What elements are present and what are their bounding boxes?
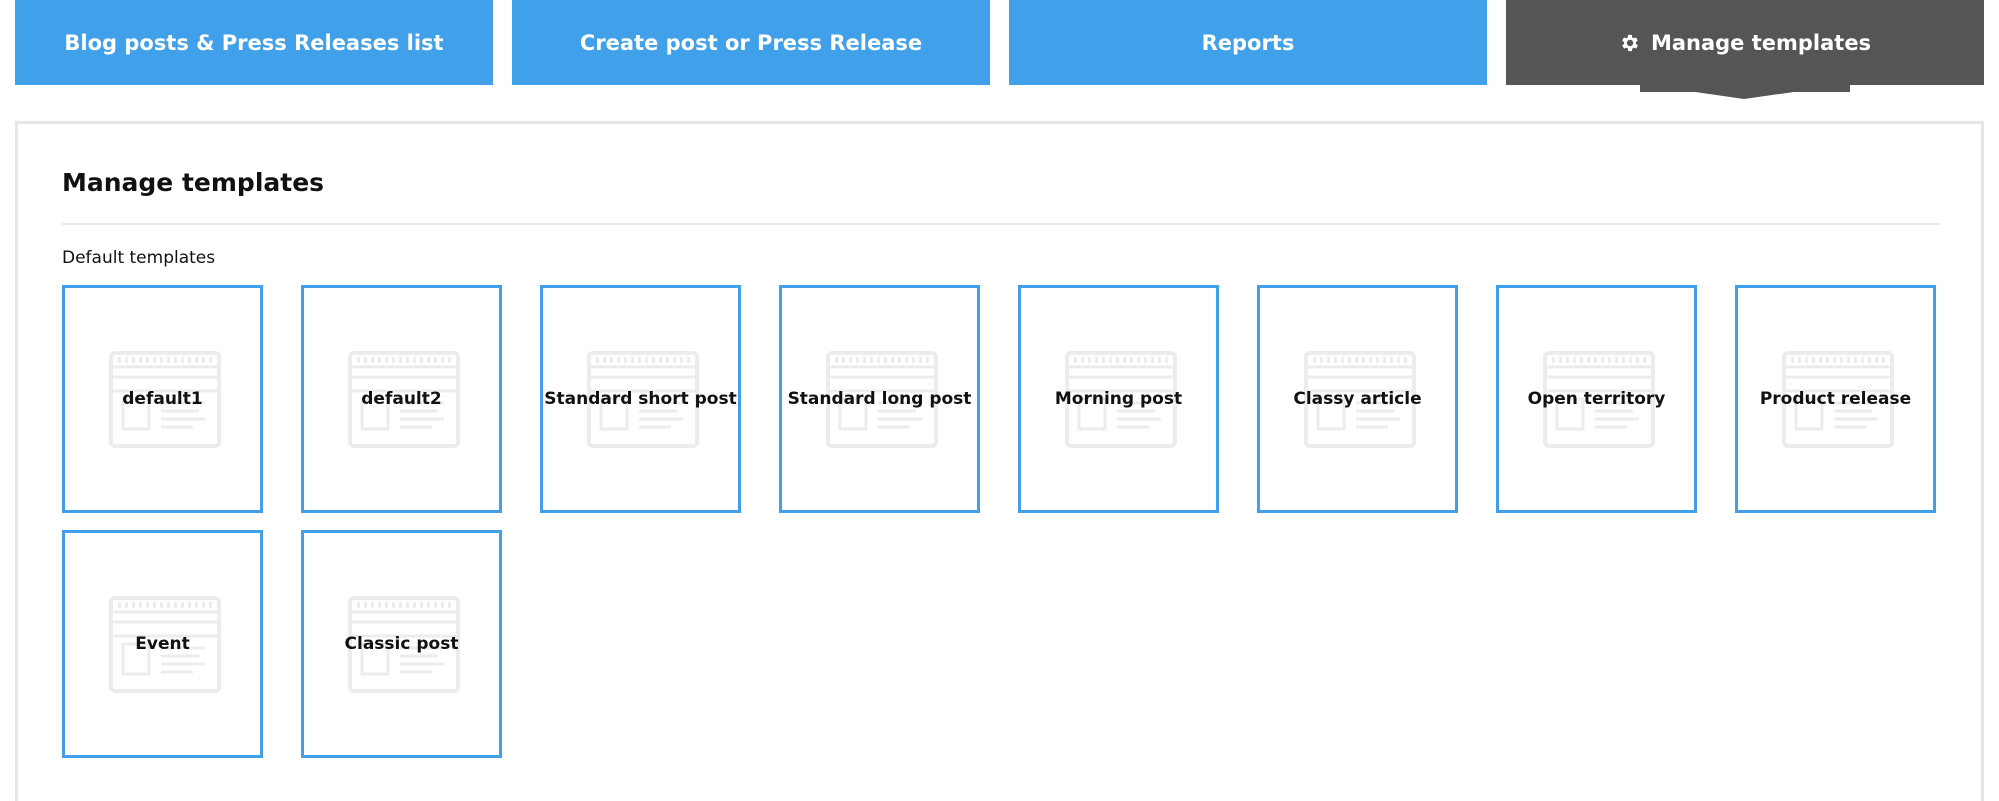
tab-label: Create post or Press Release [579, 30, 923, 55]
tab-reports[interactable]: Reports [1009, 0, 1487, 85]
tab-label: Blog posts & Press Releases list [64, 30, 444, 55]
tab-manage-templates[interactable]: Manage templates [1506, 0, 1984, 99]
template-card-label: Classic post [344, 634, 459, 654]
gear-icon [1619, 32, 1641, 54]
template-card[interactable]: Classic post [301, 530, 502, 758]
template-card-label: Classy article [1293, 389, 1422, 409]
template-card-label: Morning post [1054, 389, 1183, 409]
template-card[interactable]: default1 [62, 285, 263, 513]
template-card[interactable]: Morning post [1018, 285, 1219, 513]
tab-create-post[interactable]: Create post or Press Release [512, 0, 990, 85]
tab-label: Manage templates [1650, 30, 1872, 55]
active-tab-pointer [1506, 84, 1984, 99]
template-card[interactable]: Standard short post [540, 285, 741, 513]
section-label-default-templates: Default templates [62, 248, 216, 268]
template-card[interactable]: Standard long post [779, 285, 980, 513]
template-card-label: Open territory [1527, 389, 1666, 409]
template-card-label: Event [135, 634, 190, 654]
template-card-label: Standard long post [787, 389, 972, 409]
manage-templates-panel: Manage templates Default templates defau… [15, 121, 1984, 801]
top-tab-bar: Blog posts & Press Releases list Create … [0, 0, 1999, 100]
tab-blog-posts-list[interactable]: Blog posts & Press Releases list [15, 0, 493, 85]
template-card-label: default2 [361, 389, 442, 409]
template-card[interactable]: default2 [301, 285, 502, 513]
tab-label: Reports [1201, 30, 1295, 55]
template-card-label: Standard short post [544, 389, 737, 409]
template-card-label: default1 [122, 389, 203, 409]
template-card[interactable]: Classy article [1257, 285, 1458, 513]
template-card[interactable]: Event [62, 530, 263, 758]
template-card[interactable]: Product release [1735, 285, 1936, 513]
template-card-label: Product release [1759, 389, 1912, 409]
divider [62, 223, 1940, 225]
template-card[interactable]: Open territory [1496, 285, 1697, 513]
page-title: Manage templates [62, 168, 325, 197]
